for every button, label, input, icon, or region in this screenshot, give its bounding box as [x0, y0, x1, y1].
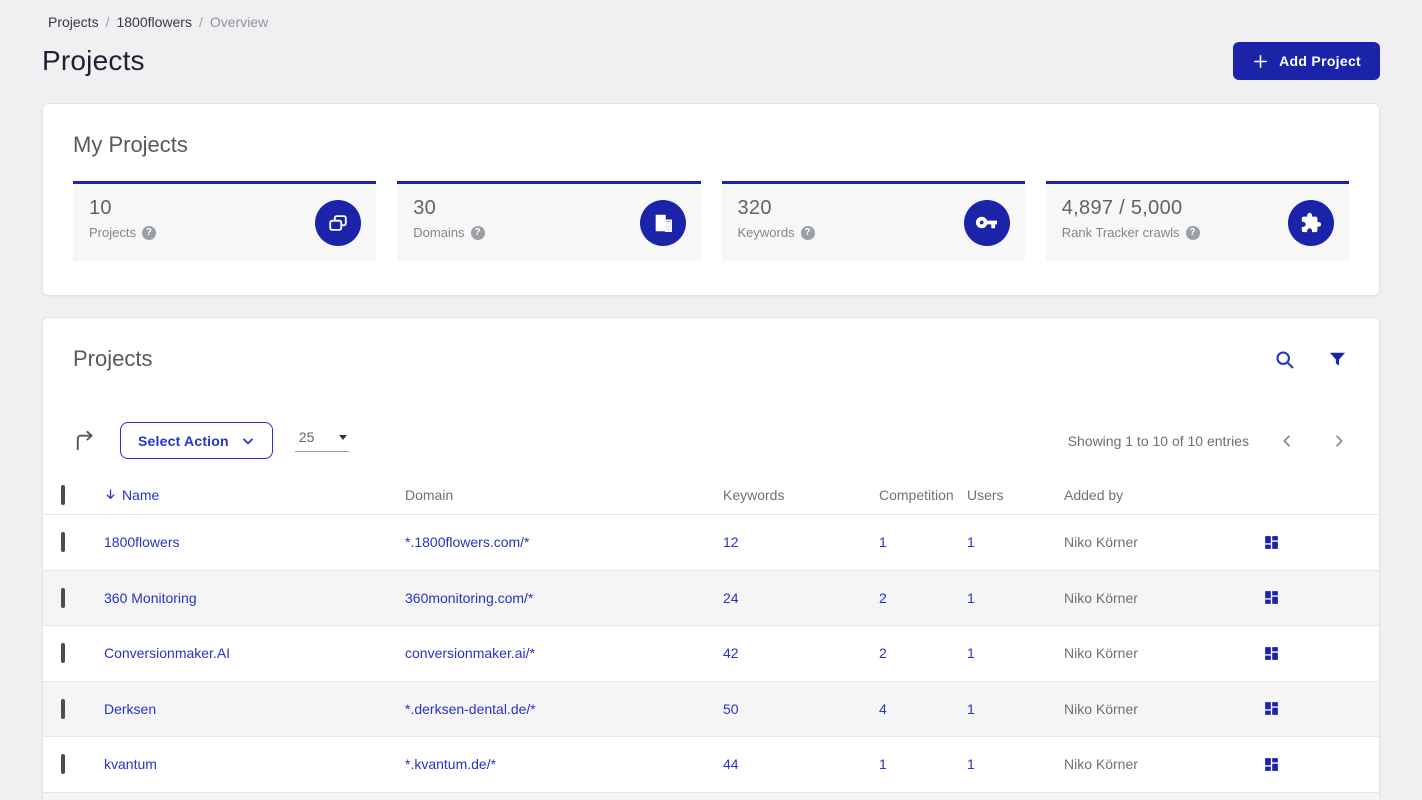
- dashboard-icon[interactable]: [1263, 534, 1280, 551]
- table-row: [43, 791, 1379, 800]
- users-count-link[interactable]: 1: [967, 590, 975, 606]
- dashboard-icon[interactable]: [1263, 700, 1280, 717]
- project-name-link[interactable]: 360 Monitoring: [104, 590, 197, 606]
- breadcrumb-overview: Overview: [209, 14, 269, 30]
- building-icon: [639, 199, 686, 246]
- project-name-link[interactable]: Conversionmaker.AI: [104, 645, 230, 661]
- breadcrumb-1800flowers[interactable]: 1800flowers: [116, 14, 192, 30]
- breadcrumb: Projects / 1800flowers / Overview: [42, 0, 1380, 30]
- stat-domains: 30 Domains ?: [397, 181, 701, 261]
- project-domain-link[interactable]: *.kvantum.de/*: [405, 756, 496, 772]
- row-checkbox[interactable]: [61, 643, 65, 664]
- stat-keywords-label: Keywords: [737, 225, 795, 240]
- stat-projects: 10 Projects ?: [73, 181, 377, 261]
- previous-page-icon[interactable]: [1279, 433, 1295, 449]
- showing-entries-text: Showing 1 to 10 of 10 entries: [1067, 432, 1249, 449]
- stat-domains-label: Domains: [413, 225, 465, 240]
- caret-down-icon: [338, 434, 347, 440]
- keywords-count-link[interactable]: 50: [723, 701, 739, 717]
- add-project-button[interactable]: Add Project: [1233, 42, 1380, 80]
- search-icon[interactable]: [1274, 349, 1295, 370]
- breadcrumb-separator: /: [105, 14, 110, 30]
- table-row: 360 Monitoring 360monitoring.com/* 24 2 …: [43, 569, 1379, 625]
- help-icon[interactable]: ?: [800, 225, 815, 240]
- project-domain-link[interactable]: *.1800flowers.com/*: [405, 534, 530, 550]
- select-action-label: Select Action: [138, 432, 229, 449]
- page-size-select[interactable]: 25: [294, 429, 349, 452]
- add-project-label: Add Project: [1279, 53, 1361, 69]
- help-icon[interactable]: ?: [1185, 225, 1200, 240]
- help-icon[interactable]: ?: [141, 225, 156, 240]
- my-projects-title: My Projects: [73, 132, 188, 157]
- dashboard-icon[interactable]: [1263, 756, 1280, 773]
- select-all-checkbox[interactable]: [61, 484, 65, 505]
- users-count-link[interactable]: 1: [967, 645, 975, 661]
- select-action-dropdown[interactable]: Select Action: [120, 422, 273, 459]
- stats-row: 10 Projects ? 30 Domains ? 320 Keywords …: [73, 181, 1349, 261]
- users-count-link[interactable]: 1: [967, 756, 975, 772]
- competition-count-link[interactable]: 2: [879, 590, 887, 606]
- competition-count-link[interactable]: 4: [879, 701, 887, 717]
- added-by-value: Niko Körner: [1064, 756, 1138, 773]
- filter-icon[interactable]: [1328, 350, 1347, 369]
- table-header-row: Name Domain Keywords Competition Users A…: [43, 475, 1379, 514]
- added-by-value: Niko Körner: [1064, 589, 1138, 606]
- keywords-count-link[interactable]: 12: [723, 534, 739, 550]
- table-row: 1800flowers *.1800flowers.com/* 12 1 1 N…: [43, 514, 1379, 570]
- row-checkbox[interactable]: [61, 754, 65, 775]
- keywords-count-link[interactable]: 24: [723, 590, 739, 606]
- added-by-value: Niko Körner: [1064, 534, 1138, 551]
- users-count-link[interactable]: 1: [967, 701, 975, 717]
- project-name-link[interactable]: Derksen: [104, 701, 156, 717]
- my-projects-card: My Projects 10 Projects ? 30 Domains ? 3…: [42, 103, 1380, 296]
- column-header-competition[interactable]: Competition: [879, 487, 967, 503]
- row-checkbox[interactable]: [61, 698, 65, 719]
- competition-count-link[interactable]: 1: [879, 756, 887, 772]
- chevron-down-icon: [241, 434, 255, 448]
- puzzle-icon: [1288, 199, 1334, 246]
- table-body: 1800flowers *.1800flowers.com/* 12 1 1 N…: [43, 514, 1379, 800]
- sort-desc-icon: [106, 489, 115, 499]
- dashboard-icon[interactable]: [1263, 645, 1280, 662]
- dashboard-icon[interactable]: [1263, 589, 1280, 606]
- plus-icon: [1252, 53, 1269, 70]
- users-count-link[interactable]: 1: [967, 534, 975, 550]
- keywords-count-link[interactable]: 42: [723, 645, 739, 661]
- column-header-users[interactable]: Users: [967, 487, 1064, 503]
- stat-crawls-label: Rank Tracker crawls: [1061, 225, 1180, 240]
- stat-crawls: 4,897 / 5,000 Rank Tracker crawls ?: [1045, 181, 1349, 261]
- next-page-icon[interactable]: [1331, 433, 1347, 449]
- row-checkbox[interactable]: [61, 587, 65, 608]
- column-header-domain[interactable]: Domain: [405, 487, 723, 503]
- row-checkbox[interactable]: [61, 532, 65, 553]
- project-name-link[interactable]: 1800flowers: [104, 534, 180, 550]
- breadcrumb-separator: /: [198, 14, 203, 30]
- projects-table-card: Projects Select Action 25 Showing 1 to 1…: [42, 317, 1380, 800]
- table-row: Conversionmaker.AI conversionmaker.ai/* …: [43, 625, 1379, 681]
- project-domain-link[interactable]: 360monitoring.com/*: [405, 590, 533, 606]
- project-name-link[interactable]: kvantum: [104, 756, 157, 772]
- column-header-keywords[interactable]: Keywords: [723, 487, 879, 503]
- stat-projects-label: Projects: [89, 225, 136, 240]
- keywords-count-link[interactable]: 44: [723, 756, 739, 772]
- column-header-added-by[interactable]: Added by: [1064, 487, 1263, 503]
- page-size-value: 25: [298, 429, 315, 445]
- table-row: kvantum *.kvantum.de/* 44 1 1 Niko Körne…: [43, 736, 1379, 792]
- help-icon[interactable]: ?: [470, 225, 485, 240]
- bulk-arrow-icon: [73, 429, 96, 452]
- competition-count-link[interactable]: 2: [879, 645, 887, 661]
- competition-count-link[interactable]: 1: [879, 534, 887, 550]
- project-domain-link[interactable]: conversionmaker.ai/*: [405, 645, 535, 661]
- projects-copy-icon: [315, 199, 362, 246]
- breadcrumb-projects[interactable]: Projects: [48, 14, 99, 30]
- added-by-value: Niko Körner: [1064, 645, 1138, 662]
- project-domain-link[interactable]: *.derksen-dental.de/*: [405, 701, 536, 717]
- column-header-name[interactable]: Name: [104, 487, 405, 503]
- table-row: Derksen *.derksen-dental.de/* 50 4 1 Nik…: [43, 680, 1379, 736]
- page-title: Projects: [42, 45, 145, 76]
- key-icon: [963, 199, 1010, 246]
- stat-keywords: 320 Keywords ?: [721, 181, 1025, 261]
- added-by-value: Niko Körner: [1064, 700, 1138, 717]
- projects-table-title: Projects: [73, 346, 153, 371]
